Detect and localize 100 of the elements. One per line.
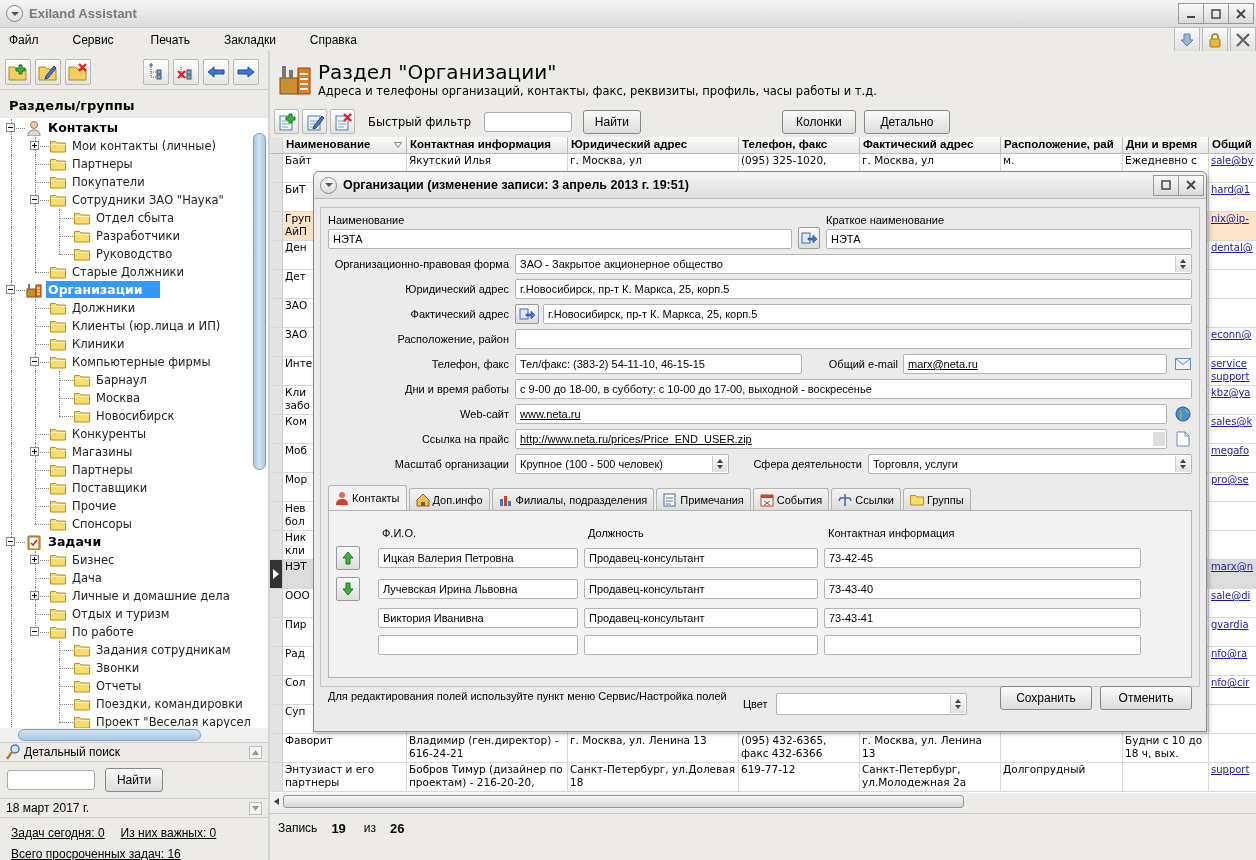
tree-item[interactable]: Спонсоры: [70, 515, 134, 532]
move-down-button[interactable]: [336, 577, 360, 601]
copy-button[interactable]: [515, 304, 539, 324]
expander-toggle[interactable]: [30, 626, 39, 636]
tree-item[interactable]: Москва: [94, 389, 143, 406]
filter-field[interactable]: [483, 111, 572, 132]
move-up-button[interactable]: [336, 546, 360, 570]
menu-item[interactable]: Файл: [9, 32, 39, 47]
collapse-button[interactable]: [249, 745, 262, 759]
name-field[interactable]: Лучевская Ирина Львовна: [378, 579, 578, 599]
row-header[interactable]: [270, 560, 283, 588]
document-icon[interactable]: [1175, 431, 1191, 447]
column-header[interactable]: Дни и время: [1123, 137, 1209, 153]
tab[interactable]: Группы: [902, 488, 971, 510]
name-field[interactable]: [378, 635, 578, 655]
tree-item[interactable]: Прочие: [70, 497, 119, 514]
tree-item[interactable]: Бизнес: [70, 551, 117, 568]
expander-toggle[interactable]: [30, 446, 39, 456]
column-header[interactable]: Контактная информация: [407, 137, 568, 153]
name-field[interactable]: Виктория Иванивна: [378, 608, 578, 628]
email-link[interactable]: sales@k: [1211, 415, 1256, 428]
delete-record-icon[interactable]: [330, 109, 355, 134]
tree-item[interactable]: Новосибирск: [94, 407, 177, 424]
tasks-link[interactable]: Задач сегодня: 0: [11, 826, 105, 840]
tab[interactable]: Филиалы, подразделения: [491, 488, 655, 510]
find-button[interactable]: Найти: [582, 109, 641, 134]
tree-item[interactable]: Разработчики: [94, 227, 182, 244]
email-link[interactable]: nfo@ra: [1211, 647, 1256, 660]
actual-address-field[interactable]: г.Новосибирск, пр-т К. Маркса, 25, корп.5: [543, 304, 1192, 324]
email-link[interactable]: dental@: [1211, 241, 1256, 254]
table-row[interactable]: Фаворит Владимир (ген.директор) - 616-24-21 г. Москва, ул. Ленина 13 (095) 432-6365, факс 432-6366 г. Москва, ул. Ленина 13 Будни с 10 до 18 ч, вых.: [270, 734, 1256, 763]
price-link-field[interactable]: http://www.neta.ru/prices/Price_END_USER.zip: [515, 429, 1167, 449]
tree-item[interactable]: Задачи: [46, 533, 104, 551]
expander-toggle[interactable]: [6, 284, 15, 294]
tree-item[interactable]: Сотрудники ЗАО "Наука": [70, 191, 226, 208]
tree-item[interactable]: Клиенты (юр.лица и ИП): [70, 317, 223, 334]
tree-item[interactable]: Проект "Веселая карусел: [94, 713, 250, 729]
position-field[interactable]: Продавец-консультант: [584, 608, 818, 628]
tree-item[interactable]: Магазины: [70, 443, 135, 460]
edit-record-icon[interactable]: [302, 109, 327, 134]
column-header[interactable]: Фактический адрес: [860, 137, 1001, 153]
save-button[interactable]: Сохранить: [999, 686, 1092, 710]
position-field[interactable]: [584, 635, 818, 655]
scrollbar[interactable]: [270, 793, 966, 809]
tree-item[interactable]: Дача: [70, 569, 104, 586]
tree-item[interactable]: Конкуренты: [70, 425, 149, 442]
email-link[interactable]: sale@di: [1211, 589, 1256, 602]
tree-item[interactable]: Отчеты: [94, 677, 144, 694]
column-header[interactable]: Телефон, факс: [739, 137, 860, 153]
contact-field[interactable]: 73-43-40: [824, 579, 1141, 599]
columns-button[interactable]: Колонки: [781, 109, 856, 134]
email-link[interactable]: kbz@ya: [1211, 386, 1256, 399]
dropdown-button[interactable]: [249, 801, 262, 815]
close-button[interactable]: [1228, 3, 1254, 24]
envelope-icon[interactable]: [1175, 358, 1191, 370]
details-button[interactable]: Детально: [863, 109, 950, 134]
menu-item[interactable]: Сервис: [72, 32, 114, 47]
delete-folder-icon[interactable]: [65, 58, 91, 85]
scrollbar[interactable]: [0, 728, 268, 743]
contact-field[interactable]: 73-43-41: [824, 608, 1141, 628]
tab[interactable]: Доп.инфо: [408, 488, 490, 510]
position-field[interactable]: Продавец-консультант: [584, 579, 818, 599]
phone-field[interactable]: Тел/факс: (383-2) 54-11-10, 46-15-15: [515, 354, 802, 374]
email-link[interactable]: pro@se: [1211, 473, 1256, 486]
short-name-field[interactable]: НЭТА: [826, 229, 1192, 249]
table-row[interactable]: Энтузиаст и его партнеры Бобров Тимур (дизайнер по проектам) - 216-20-20, Санкт-Петербург, ул.Долевая 18 619-77-12 Санкт-Петербург, ул.Молодежная 2а Долгопрудный support: [270, 763, 1256, 792]
expander-toggle[interactable]: [30, 554, 39, 564]
tree-item[interactable]: Мои контакты (личные): [70, 137, 218, 154]
column-header[interactable]: Расположение, рай: [1001, 137, 1123, 153]
window-menu-button[interactable]: [6, 5, 23, 22]
tab[interactable]: Примечания: [656, 488, 751, 510]
legal-address-field[interactable]: г.Новосибирск, пр-т К. Маркса, 25, корп.5: [515, 279, 1192, 299]
email-link[interactable]: marx@n: [1211, 560, 1256, 573]
menu-item[interactable]: Справка: [309, 32, 357, 47]
name-field[interactable]: Ицкая Валерия Петровна: [378, 548, 578, 568]
tree-item[interactable]: Старые Должники: [70, 263, 187, 280]
tab[interactable]: Ссылки: [831, 488, 901, 510]
tree-item[interactable]: Отдел сбыта: [94, 209, 177, 226]
column-header[interactable]: Юридический адрес: [568, 137, 739, 153]
maximize-button[interactable]: [1203, 3, 1229, 24]
tree-item[interactable]: Руководство: [94, 245, 175, 262]
contact-field[interactable]: 73-42-45: [824, 548, 1141, 568]
tree-item[interactable]: Контакты: [46, 119, 121, 137]
email-link[interactable]: nix@ip-: [1211, 212, 1256, 225]
maximize-button[interactable]: [1153, 174, 1179, 196]
scale-dropdown[interactable]: Крупное (100 - 500 человек): [515, 454, 729, 474]
email-link[interactable]: sale@by: [1211, 154, 1256, 167]
tree-item[interactable]: Поездки, командировки: [94, 695, 245, 712]
tree-item[interactable]: Звонки: [94, 659, 142, 676]
tasks-link[interactable]: Из них важных: 0: [120, 826, 217, 840]
globe-icon[interactable]: [1175, 406, 1191, 422]
copy-button[interactable]: [798, 227, 820, 249]
tree-item[interactable]: Клиники: [70, 335, 127, 352]
tree-item[interactable]: Задания сотрудникам: [94, 641, 233, 658]
email-link[interactable]: econn@: [1211, 328, 1256, 341]
search-field[interactable]: [7, 770, 95, 791]
tree-item[interactable]: По работе: [70, 623, 136, 640]
position-field[interactable]: Продавец-консультант: [584, 548, 818, 568]
email-field[interactable]: marx@neta.ru: [903, 354, 1167, 374]
website-field[interactable]: www.neta.ru: [515, 404, 1167, 424]
